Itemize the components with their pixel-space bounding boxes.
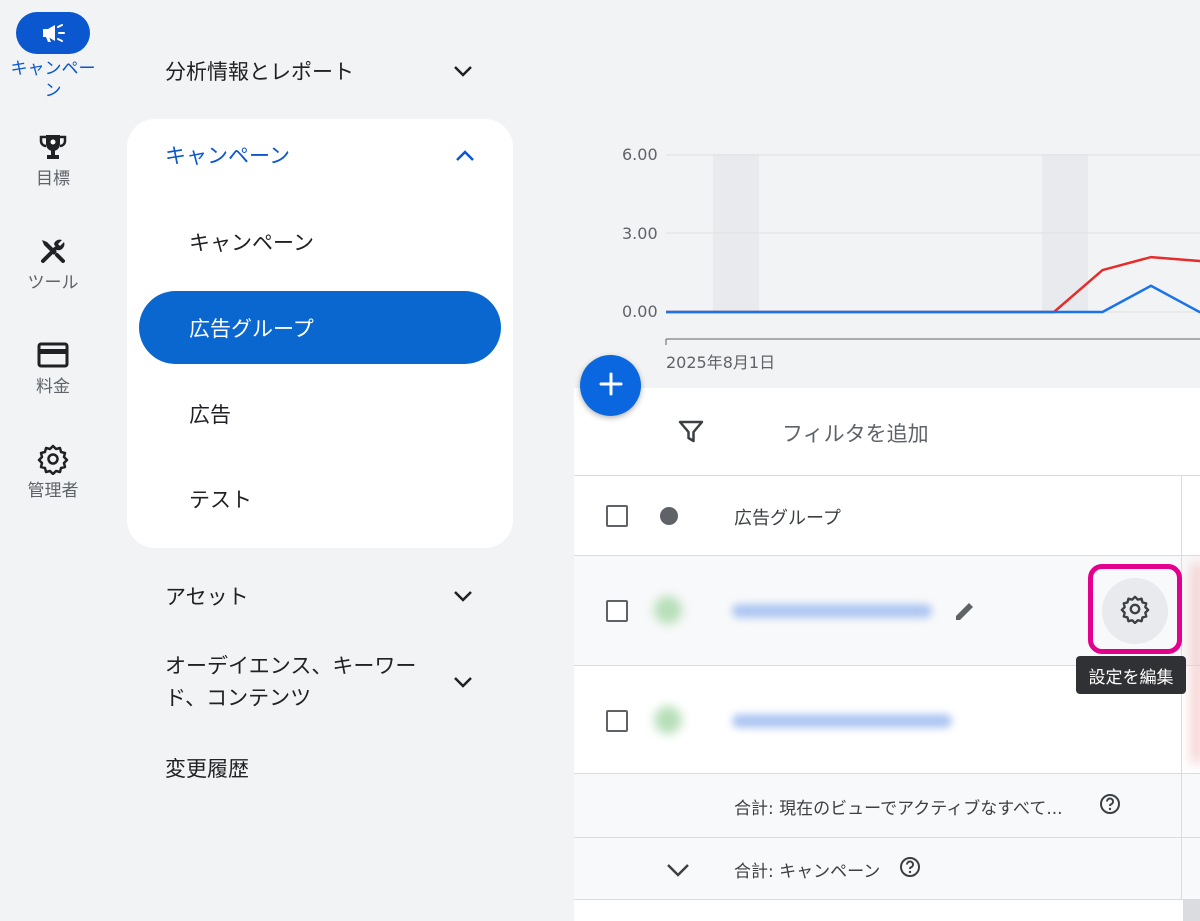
rail-item-goals[interactable]: 目標 <box>0 132 106 190</box>
gear-icon <box>33 444 73 475</box>
blurred-cell <box>1192 563 1200 763</box>
column-divider <box>1181 838 1182 899</box>
nav-campaign-header-label: キャンペーン <box>165 144 290 168</box>
help-icon[interactable] <box>1099 793 1121 815</box>
ad-group-name-link[interactable] <box>732 714 952 728</box>
gear-icon <box>1120 594 1150 628</box>
rail-label-admin: 管理者 <box>27 481 79 501</box>
nav-campaign-header[interactable]: キャンペーン <box>165 139 475 171</box>
performance-chart: 6.00 3.00 0.00 2025年8月1日 <box>574 120 1200 388</box>
y-tick-label: 6.00 <box>622 145 658 164</box>
help-icon[interactable] <box>899 856 921 878</box>
row-checkbox[interactable] <box>606 600 628 622</box>
plus-icon <box>598 371 624 401</box>
add-filter-label[interactable]: フィルタを追加 <box>782 418 929 448</box>
create-button[interactable] <box>580 355 641 416</box>
chevron-down-icon <box>451 59 475 83</box>
nav-analytics-label: 分析情報とレポート <box>165 60 354 84</box>
total-active-label: 合計: 現在のビューでアクティブなすべて... <box>734 799 1063 819</box>
nav-change-history-label: 変更履歴 <box>165 757 249 781</box>
chevron-up-icon <box>455 143 475 167</box>
nav-sub-ads[interactable]: 広告 <box>189 399 231 429</box>
total-row-active: 合計: 現在のビューでアクティブなすべて... <box>574 774 1200 838</box>
rail-label-billing: 料金 <box>36 377 70 397</box>
rail-item-billing[interactable]: 料金 <box>0 340 106 398</box>
y-tick-label: 3.00 <box>622 224 658 243</box>
megaphone-icon <box>16 12 90 54</box>
rail-item-tools[interactable]: ツール <box>0 236 106 294</box>
rail-label-campaigns: キャンペーン <box>10 59 96 101</box>
row-checkbox[interactable] <box>606 710 628 732</box>
total-row-campaign: 合計: キャンペーン <box>574 838 1200 900</box>
edit-settings-tooltip: 設定を編集 <box>1076 656 1186 694</box>
pencil-icon[interactable] <box>952 598 978 624</box>
table-header-row: 広告グループ <box>574 476 1200 556</box>
column-divider <box>1181 476 1182 555</box>
filter-icon[interactable] <box>677 418 705 446</box>
chevron-down-icon[interactable] <box>664 856 692 884</box>
rail-label-tools: ツール <box>27 273 79 293</box>
column-divider <box>1181 774 1182 837</box>
nav-assets-label: アセット <box>165 585 249 609</box>
nav-audience[interactable]: オーデイエンス、キーワード、コンテンツ <box>165 650 475 714</box>
trophy-icon <box>33 132 73 162</box>
horizontal-scrollbar[interactable] <box>1183 900 1200 921</box>
total-campaign-label: 合計: キャンペーン <box>734 862 881 882</box>
y-tick-label: 0.00 <box>622 302 658 321</box>
rail-label-goals: 目標 <box>36 169 70 189</box>
nav-assets[interactable]: アセット <box>165 580 475 612</box>
select-all-checkbox[interactable] <box>606 505 628 527</box>
tools-icon <box>33 236 73 266</box>
ad-group-name-link[interactable] <box>732 604 932 618</box>
status-dot-icon <box>660 507 678 525</box>
credit-card-icon <box>33 340 73 370</box>
column-header-ad-group[interactable]: 広告グループ <box>734 504 841 530</box>
ad-group-table: フィルタを追加 広告グループ 設定を編集 合計: 現在のビューでアクティブなすべ… <box>574 388 1200 921</box>
chevron-down-icon <box>451 670 475 694</box>
chevron-down-icon <box>451 584 475 608</box>
status-icon <box>654 596 682 624</box>
nav-audience-label: オーデイエンス、キーワード、コンテンツ <box>165 654 417 710</box>
left-rail: キャンペーン 目標 ツール 料金 管理者 <box>0 0 106 921</box>
filter-bar[interactable]: フィルタを追加 <box>574 388 1200 476</box>
nav-analytics[interactable]: 分析情報とレポート <box>165 55 475 87</box>
rail-item-admin[interactable]: 管理者 <box>0 444 106 502</box>
status-icon <box>654 706 682 734</box>
nav-change-history[interactable]: 変更履歴 <box>165 752 475 784</box>
rail-item-campaigns[interactable]: キャンペーン <box>0 12 106 102</box>
x-tick-label: 2025年8月1日 <box>666 353 776 372</box>
nav-sub-ad-groups[interactable]: 広告グループ <box>139 291 501 364</box>
nav-sub-experiments[interactable]: テスト <box>189 484 252 514</box>
nav-sub-ad-groups-label: 広告グループ <box>189 316 314 341</box>
edit-settings-button[interactable] <box>1102 578 1168 644</box>
nav-sub-campaigns[interactable]: キャンペーン <box>189 227 314 257</box>
chart-svg <box>665 154 1200 345</box>
